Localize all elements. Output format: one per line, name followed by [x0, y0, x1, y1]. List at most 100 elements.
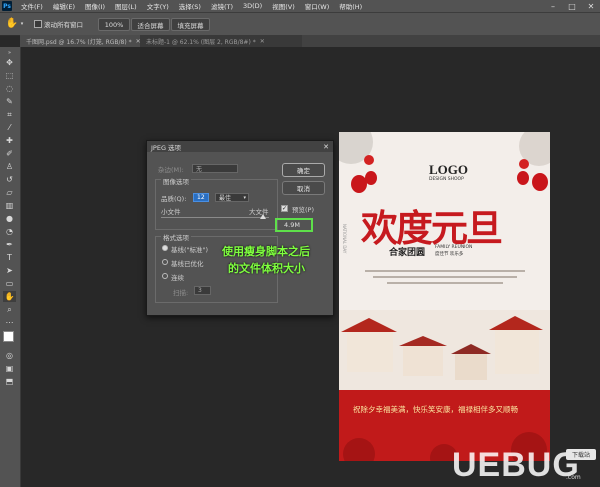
pen-tool-icon[interactable]: ✒: [3, 239, 16, 250]
dodge-tool-icon[interactable]: ◔: [3, 226, 16, 237]
house-decoration: [455, 354, 487, 380]
matte-label: 杂边(M):: [158, 166, 184, 174]
history-brush-tool-icon[interactable]: ↺: [3, 174, 16, 185]
rectangle-tool-icon[interactable]: ▭: [3, 278, 16, 289]
fill-screen-button[interactable]: 填充屏幕: [171, 18, 210, 31]
watermark-text: UEBUG: [452, 446, 580, 484]
quality-preset-select[interactable]: 最佳 ▾: [215, 193, 249, 202]
menu-bar: Ps 文件(F) 编辑(E) 图像(I) 图层(L) 文字(Y) 选择(S) 滤…: [0, 0, 600, 12]
close-icon[interactable]: ✕: [260, 38, 265, 45]
checkbox-icon: [34, 19, 42, 28]
tools-panel: » ✥ ⬚ ◌ ✎ ⌗ ⁄ ✚ ✐ ♙ ↺ ▱ ▥ ● ◔ ✒ T ➤ ▭ ✋ …: [0, 47, 21, 487]
cancel-button[interactable]: 取消: [282, 181, 325, 195]
menu-type[interactable]: 文字(Y): [142, 1, 174, 11]
ok-button[interactable]: 确定: [282, 163, 325, 177]
image-options-label: 图像选项: [161, 176, 191, 186]
format-optimized-radio[interactable]: [162, 259, 168, 265]
maximize-icon[interactable]: □: [563, 0, 581, 12]
brush-tool-icon[interactable]: ✐: [3, 148, 16, 159]
house-decoration: [347, 332, 393, 372]
type-tool-icon[interactable]: T: [3, 252, 16, 263]
eyedropper-tool-icon[interactable]: ⁄: [3, 122, 16, 133]
house-decoration: [495, 330, 539, 374]
poster-logo-sub: DESIGN SHOOP: [429, 177, 464, 182]
document-tabs: 千图网.psd @ 16.7% (灯笼, RGB/8) * ✕ 未标题-1 @ …: [20, 35, 600, 47]
tab-label: 未标题-1 @ 62.1% (图层 2, RGB/8#) *: [146, 38, 256, 46]
menu-view[interactable]: 视图(V): [267, 1, 300, 11]
healing-brush-tool-icon[interactable]: ✚: [3, 135, 16, 146]
annotation-line-2: 的文件体积大小: [228, 262, 305, 275]
poster-side-text: NATIONAL DAY: [342, 224, 347, 254]
menu-3d[interactable]: 3D(D): [238, 2, 267, 10]
quality-preset-value: 最佳: [219, 195, 232, 202]
text-line: [365, 270, 525, 272]
poster-logo: LOGO: [429, 162, 469, 177]
zoom-100-button[interactable]: 100%: [98, 18, 130, 31]
quality-slider-track[interactable]: [161, 217, 269, 218]
tab-label: 千图网.psd @ 16.7% (灯笼, RGB/8) *: [26, 38, 132, 46]
minimize-icon[interactable]: –: [544, 0, 562, 12]
preview-checkbox[interactable]: ✓: [281, 205, 288, 212]
options-bar: ✋ ▾ 滚动所有窗口 100% 适合屏幕 填充屏幕: [0, 12, 600, 36]
quality-label: 品质(Q):: [161, 195, 187, 203]
format-optimized-label: 基线已优化: [171, 260, 204, 268]
menu-image[interactable]: 图像(I): [80, 1, 110, 11]
eraser-tool-icon[interactable]: ▱: [3, 187, 16, 198]
clone-stamp-tool-icon[interactable]: ♙: [3, 161, 16, 172]
quality-input[interactable]: 12: [193, 193, 209, 202]
move-tool-icon[interactable]: ✥: [3, 57, 16, 68]
quick-select-tool-icon[interactable]: ✎: [3, 96, 16, 107]
more-tools-icon[interactable]: ⋯: [3, 317, 16, 328]
close-icon[interactable]: ✕: [582, 0, 600, 12]
tab-document-1[interactable]: 千图网.psd @ 16.7% (灯笼, RGB/8) * ✕: [20, 35, 150, 47]
hand-tool-icon[interactable]: ✋: [5, 18, 19, 29]
menu-window[interactable]: 窗口(W): [300, 1, 335, 11]
text-line: [387, 282, 503, 284]
path-select-tool-icon[interactable]: ➤: [3, 265, 16, 276]
small-file-label: 小文件: [161, 208, 181, 216]
chevron-down-icon: ▾: [243, 194, 246, 201]
close-icon[interactable]: ✕: [323, 143, 329, 151]
fit-screen-button[interactable]: 适合屏幕: [131, 18, 170, 31]
dialog-title-bar[interactable]: JPEG 选项 ✕: [147, 141, 333, 152]
menu-filter[interactable]: 滤镜(T): [206, 1, 238, 11]
annotation-line-1: 使用瘦身脚本之后: [222, 245, 310, 258]
watermark-suffix: .com: [566, 474, 581, 481]
blur-tool-icon[interactable]: ●: [3, 213, 16, 224]
hand-tool-icon[interactable]: ✋: [3, 291, 16, 302]
document-canvas[interactable]: LOGO DESIGN SHOOP NATIONAL DAY 欢度元旦 合家团圆…: [339, 132, 550, 461]
blossom-icon: [364, 155, 374, 165]
crop-tool-icon[interactable]: ⌗: [3, 109, 16, 120]
menu-layer[interactable]: 图层(L): [110, 1, 142, 11]
lantern-icon: [365, 171, 377, 185]
artboard-icon[interactable]: ⬒: [3, 376, 16, 387]
zoom-tool-icon[interactable]: ⌕: [3, 304, 16, 315]
format-progressive-radio[interactable]: [162, 273, 168, 279]
chevron-down-icon[interactable]: ▾: [19, 18, 25, 29]
lantern-icon: [351, 175, 367, 193]
format-baseline-radio[interactable]: [162, 245, 168, 251]
scans-label: 扫描:: [173, 289, 189, 297]
collapse-icon[interactable]: »: [3, 50, 16, 56]
blossom-icon: [519, 159, 529, 169]
preview-label: 预览(P): [292, 206, 314, 214]
foreground-color-swatch[interactable]: [3, 331, 14, 342]
menu-edit[interactable]: 编辑(E): [48, 1, 80, 11]
photoshop-logo-icon[interactable]: Ps: [2, 1, 12, 11]
gradient-tool-icon[interactable]: ▥: [3, 200, 16, 211]
menu-file[interactable]: 文件(F): [16, 1, 48, 11]
matte-select[interactable]: 无: [192, 164, 238, 173]
quality-slider-thumb[interactable]: [260, 214, 266, 219]
tab-document-2[interactable]: 未标题-1 @ 62.1% (图层 2, RGB/8#) * ✕: [140, 35, 302, 47]
marquee-tool-icon[interactable]: ⬚: [3, 70, 16, 81]
menu-help[interactable]: 帮助(H): [334, 1, 367, 11]
quick-mask-icon[interactable]: ◎: [3, 350, 16, 361]
poster-banner-text: 祝除夕幸福美满，快乐笑安康，福禄相伴多又顺畅: [353, 405, 518, 414]
scans-select[interactable]: 3: [194, 286, 211, 295]
watermark-tag: 下载站: [566, 449, 596, 460]
poster-subtitle: 合家团圆: [389, 248, 426, 258]
menu-select[interactable]: 选择(S): [174, 1, 206, 11]
screen-mode-icon[interactable]: ▣: [3, 363, 16, 374]
lasso-tool-icon[interactable]: ◌: [3, 83, 16, 94]
scroll-all-checkbox[interactable]: [34, 18, 42, 29]
